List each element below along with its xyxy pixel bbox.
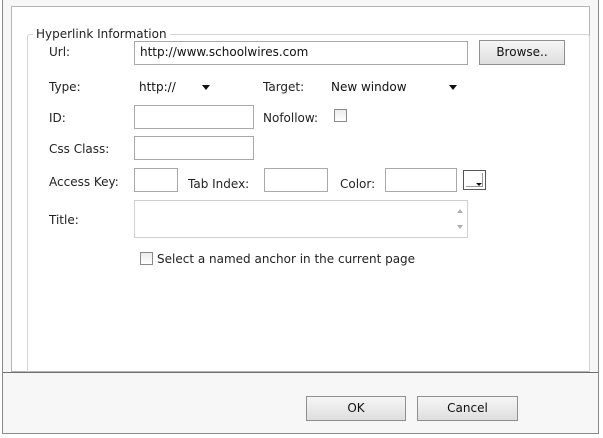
nofollow-label: Nofollow: [263, 111, 319, 125]
title-textarea[interactable] [134, 200, 468, 238]
title-label: Title: [49, 213, 79, 227]
cancel-button[interactable]: Cancel [417, 396, 518, 421]
browse-button[interactable]: Browse.. [479, 40, 565, 65]
target-label: Target: [263, 80, 305, 94]
id-label: ID: [49, 111, 66, 125]
css-class-label: Css Class: [49, 142, 110, 156]
type-select-value: http:// [139, 80, 176, 94]
type-select[interactable]: http:// [134, 76, 219, 100]
access-key-input[interactable] [134, 168, 178, 192]
color-label: Color: [340, 177, 376, 191]
url-input[interactable]: http://www.schoolwires.com [134, 41, 468, 65]
color-picker-button[interactable] [463, 170, 486, 190]
named-anchor-label[interactable]: Select a named anchor in the current pag… [157, 252, 415, 266]
footer-divider [3, 372, 598, 373]
ok-button[interactable]: OK [306, 396, 406, 421]
tab-index-label: Tab Index: [188, 177, 250, 191]
chevron-down-icon [476, 183, 482, 186]
css-class-input[interactable] [134, 136, 254, 160]
access-key-label: Access Key: [49, 175, 119, 189]
chevron-down-icon [202, 85, 210, 90]
target-select[interactable]: New window [326, 76, 466, 100]
color-input[interactable] [385, 168, 457, 192]
tab-index-input[interactable] [264, 168, 328, 192]
nofollow-checkbox[interactable] [334, 109, 347, 122]
chevron-down-icon [449, 85, 457, 90]
named-anchor-checkbox[interactable] [140, 252, 153, 265]
content-panel: Hyperlink Information Url: http://www.sc… [11, 6, 590, 373]
scroll-down-icon[interactable] [457, 225, 463, 229]
url-label: Url: [49, 45, 71, 59]
group-legend: Hyperlink Information [36, 27, 167, 41]
type-label: Type: [49, 80, 81, 94]
id-input[interactable] [134, 105, 254, 129]
target-select-value: New window [331, 80, 407, 94]
scroll-up-icon[interactable] [457, 209, 463, 213]
hyperlink-dialog: Hyperlink Information Url: http://www.sc… [2, 0, 599, 434]
